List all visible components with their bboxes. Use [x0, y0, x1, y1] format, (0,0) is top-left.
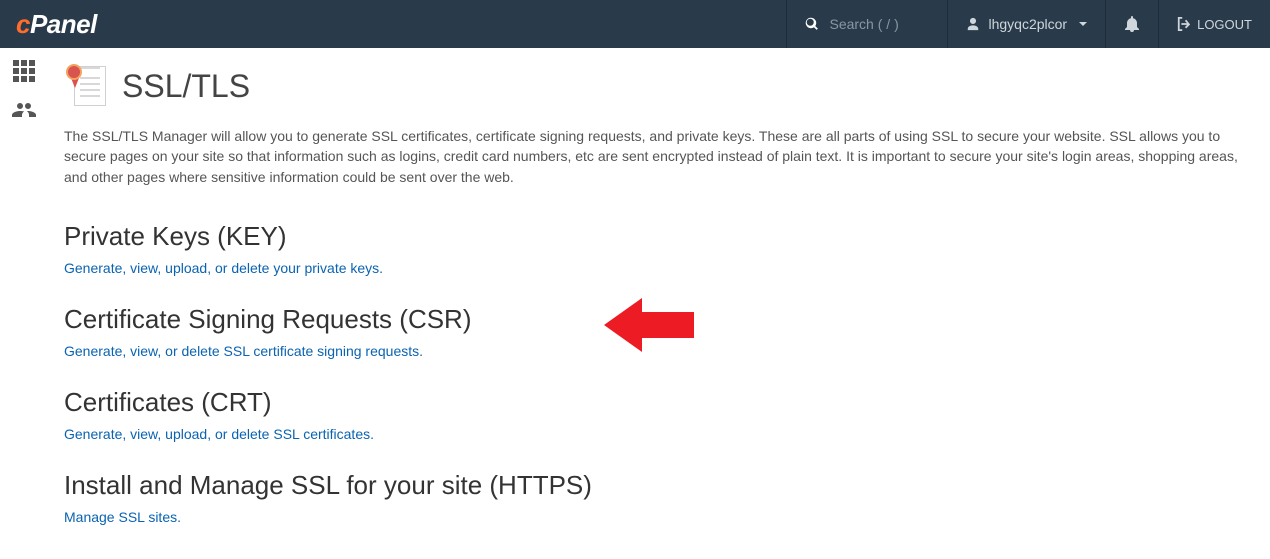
- search-box[interactable]: [786, 0, 947, 48]
- arrow-left-icon: [604, 298, 694, 352]
- top-navbar: cPanel lhgyqc2plcor LOGOUT: [0, 0, 1270, 48]
- sidebar: [0, 48, 48, 559]
- section-private-keys: Private Keys (KEY) Generate, view, uploa…: [64, 221, 1252, 278]
- notifications-button[interactable]: [1105, 0, 1158, 48]
- intro-text: The SSL/TLS Manager will allow you to ge…: [64, 126, 1252, 187]
- user-icon: [966, 17, 980, 31]
- grid-icon: [13, 60, 35, 82]
- section-install: Install and Manage SSL for your site (HT…: [64, 470, 1252, 527]
- brand-rest: Panel: [30, 9, 97, 39]
- logout-button[interactable]: LOGOUT: [1158, 0, 1270, 48]
- main-content: SSL/TLS The SSL/TLS Manager will allow y…: [48, 48, 1270, 559]
- callout-arrow: [604, 298, 694, 352]
- sidebar-apps-button[interactable]: [13, 60, 35, 82]
- search-input[interactable]: [829, 16, 929, 32]
- logout-icon: [1177, 17, 1191, 31]
- ssl-certificate-icon: [64, 64, 108, 108]
- brand-logo[interactable]: cPanel: [0, 9, 786, 40]
- nav-right: lhgyqc2plcor LOGOUT: [786, 0, 1270, 48]
- logout-label: LOGOUT: [1197, 17, 1252, 32]
- caret-down-icon: [1079, 22, 1087, 26]
- section-title-install: Install and Manage SSL for your site (HT…: [64, 470, 1252, 501]
- username-label: lhgyqc2plcor: [988, 16, 1067, 32]
- page-title-row: SSL/TLS: [64, 64, 1252, 108]
- link-csr[interactable]: Generate, view, or delete SSL certificat…: [64, 343, 423, 359]
- bell-icon: [1124, 16, 1140, 32]
- brand-c: c: [16, 9, 30, 39]
- page-title: SSL/TLS: [122, 68, 250, 105]
- section-title-key: Private Keys (KEY): [64, 221, 1252, 252]
- link-manage-ssl[interactable]: Manage SSL sites.: [64, 509, 181, 525]
- link-private-keys[interactable]: Generate, view, upload, or delete your p…: [64, 260, 383, 276]
- search-icon: [805, 17, 819, 31]
- user-menu[interactable]: lhgyqc2plcor: [947, 0, 1105, 48]
- sidebar-users-button[interactable]: [12, 98, 36, 127]
- section-crt: Certificates (CRT) Generate, view, uploa…: [64, 387, 1252, 444]
- link-crt[interactable]: Generate, view, upload, or delete SSL ce…: [64, 426, 374, 442]
- section-title-crt: Certificates (CRT): [64, 387, 1252, 418]
- section-csr: Certificate Signing Requests (CSR) Gener…: [64, 304, 1252, 361]
- users-icon: [12, 98, 36, 122]
